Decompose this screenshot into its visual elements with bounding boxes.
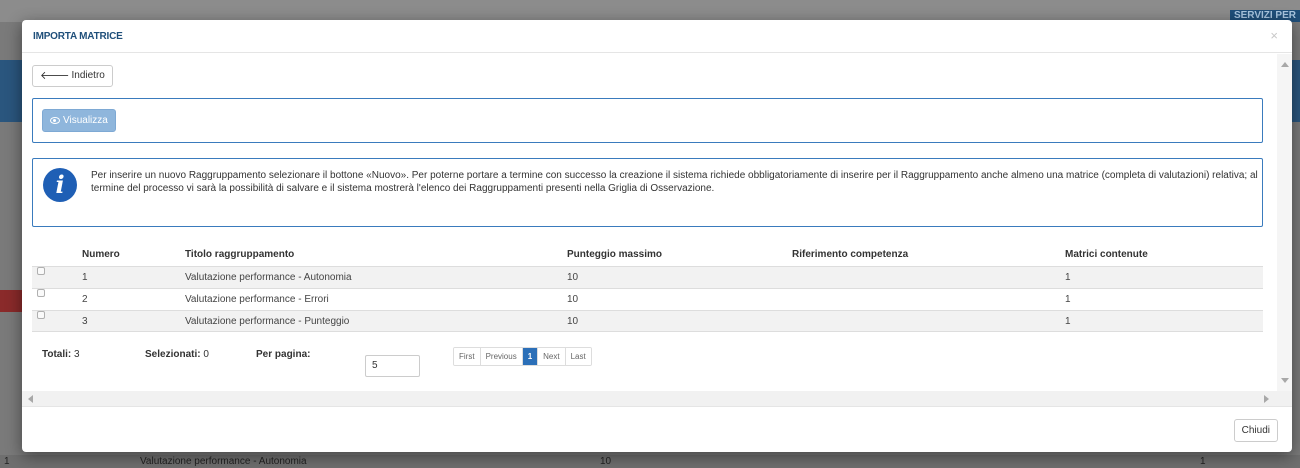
backdrop-row-count: 1 (1200, 456, 1206, 467)
table-row[interactable]: 1 Valutazione performance - Autonomia 10… (32, 266, 1263, 288)
cell-numero: 2 (82, 294, 88, 305)
pager-current-page[interactable]: 1 (522, 348, 539, 365)
info-text: Per inserire un nuovo Raggruppamento sel… (91, 170, 1258, 194)
backdrop-row-title: Valutazione performance - Autonomia (140, 456, 307, 467)
info-panel: i Per inserire un nuovo Raggruppamento s… (32, 158, 1263, 227)
table-row[interactable]: 3 Valutazione performance - Punteggio 10… (32, 310, 1263, 332)
table-header: Numero Titolo raggruppamento Punteggio m… (32, 244, 1263, 266)
dialog-scroll-area: 🡐 Indietro Visualizza i Per inserire un … (22, 54, 1277, 391)
column-header-riferimento[interactable]: Riferimento competenza (792, 244, 908, 266)
column-header-titolo[interactable]: Titolo raggruppamento (185, 244, 294, 266)
table-row[interactable]: 2 Valutazione performance - Errori 10 1 (32, 288, 1263, 310)
scroll-right-icon[interactable] (1264, 395, 1269, 403)
selected-value: 0 (203, 349, 209, 360)
horizontal-scrollbar[interactable] (22, 391, 1292, 406)
totals: Totali: 3 (42, 349, 80, 360)
pager-last[interactable]: Last (565, 348, 591, 365)
back-button-label: Indietro (71, 70, 105, 81)
row-checkbox[interactable] (37, 267, 45, 275)
view-panel: Visualizza (32, 98, 1263, 143)
close-button[interactable]: Chiudi (1233, 419, 1278, 442)
cell-numero: 3 (82, 316, 88, 327)
groups-table: Numero Titolo raggruppamento Punteggio m… (32, 244, 1263, 332)
backdrop-row-number: 1 (4, 456, 10, 467)
per-page-label: Per pagina: (256, 349, 311, 360)
row-checkbox[interactable] (37, 289, 45, 297)
selected-label: Selezionati: (145, 349, 201, 360)
row-checkbox[interactable] (37, 311, 45, 319)
selected-count: Selezionati: 0 (145, 349, 209, 360)
eye-icon (50, 117, 60, 124)
column-header-numero[interactable]: Numero (82, 244, 120, 266)
backdrop-top-strip (0, 0, 1300, 22)
totals-value: 3 (74, 349, 80, 360)
import-matrix-dialog: IMPORTA MATRICE × 🡐 Indietro Visualizza … (22, 20, 1292, 452)
backdrop-table-row: 1 Valutazione performance - Autonomia 10… (0, 455, 1300, 468)
cell-titolo: Valutazione performance - Errori (185, 294, 329, 305)
cell-matrici: 1 (1065, 272, 1071, 283)
cell-matrici: 1 (1065, 316, 1071, 327)
backdrop-red-block (0, 290, 22, 312)
cell-punteggio: 10 (567, 316, 579, 327)
cell-matrici: 1 (1065, 294, 1071, 305)
scroll-down-icon[interactable] (1281, 378, 1289, 383)
scroll-left-icon[interactable] (28, 395, 33, 403)
view-button[interactable]: Visualizza (42, 109, 116, 132)
dialog-body: 🡐 Indietro Visualizza i Per inserire un … (22, 54, 1292, 406)
cell-titolo: Valutazione performance - Autonomia (185, 272, 352, 283)
table-footer: Totali: 3 Selezionati: 0 Per pagina: 5 F… (32, 344, 1263, 377)
cell-numero: 1 (82, 272, 88, 283)
close-icon[interactable]: × (1270, 28, 1278, 43)
view-button-label: Visualizza (63, 115, 108, 126)
arrow-left-icon: 🡐 (40, 70, 70, 82)
dialog-header: IMPORTA MATRICE × (22, 20, 1292, 53)
info-icon: i (43, 168, 77, 202)
totals-label: Totali: (42, 349, 72, 360)
pager-next[interactable]: Next (538, 348, 566, 365)
pagination: First Previous 1 Next Last (453, 347, 592, 366)
per-page-input[interactable]: 5 (365, 355, 420, 377)
dialog-title: IMPORTA MATRICE (33, 31, 123, 42)
column-header-punteggio[interactable]: Punteggio massimo (567, 244, 662, 266)
scroll-up-icon[interactable] (1281, 62, 1289, 67)
dialog-footer: Chiudi (22, 406, 1292, 452)
vertical-scrollbar[interactable] (1277, 54, 1292, 391)
pager-first[interactable]: First (454, 348, 481, 365)
cell-titolo: Valutazione performance - Punteggio (185, 316, 350, 327)
cell-punteggio: 10 (567, 294, 579, 305)
cell-punteggio: 10 (567, 272, 579, 283)
column-header-matrici[interactable]: Matrici contenute (1065, 244, 1148, 266)
pager-previous[interactable]: Previous (480, 348, 523, 365)
backdrop-row-score: 10 (600, 456, 612, 467)
back-button[interactable]: 🡐 Indietro (32, 65, 113, 87)
